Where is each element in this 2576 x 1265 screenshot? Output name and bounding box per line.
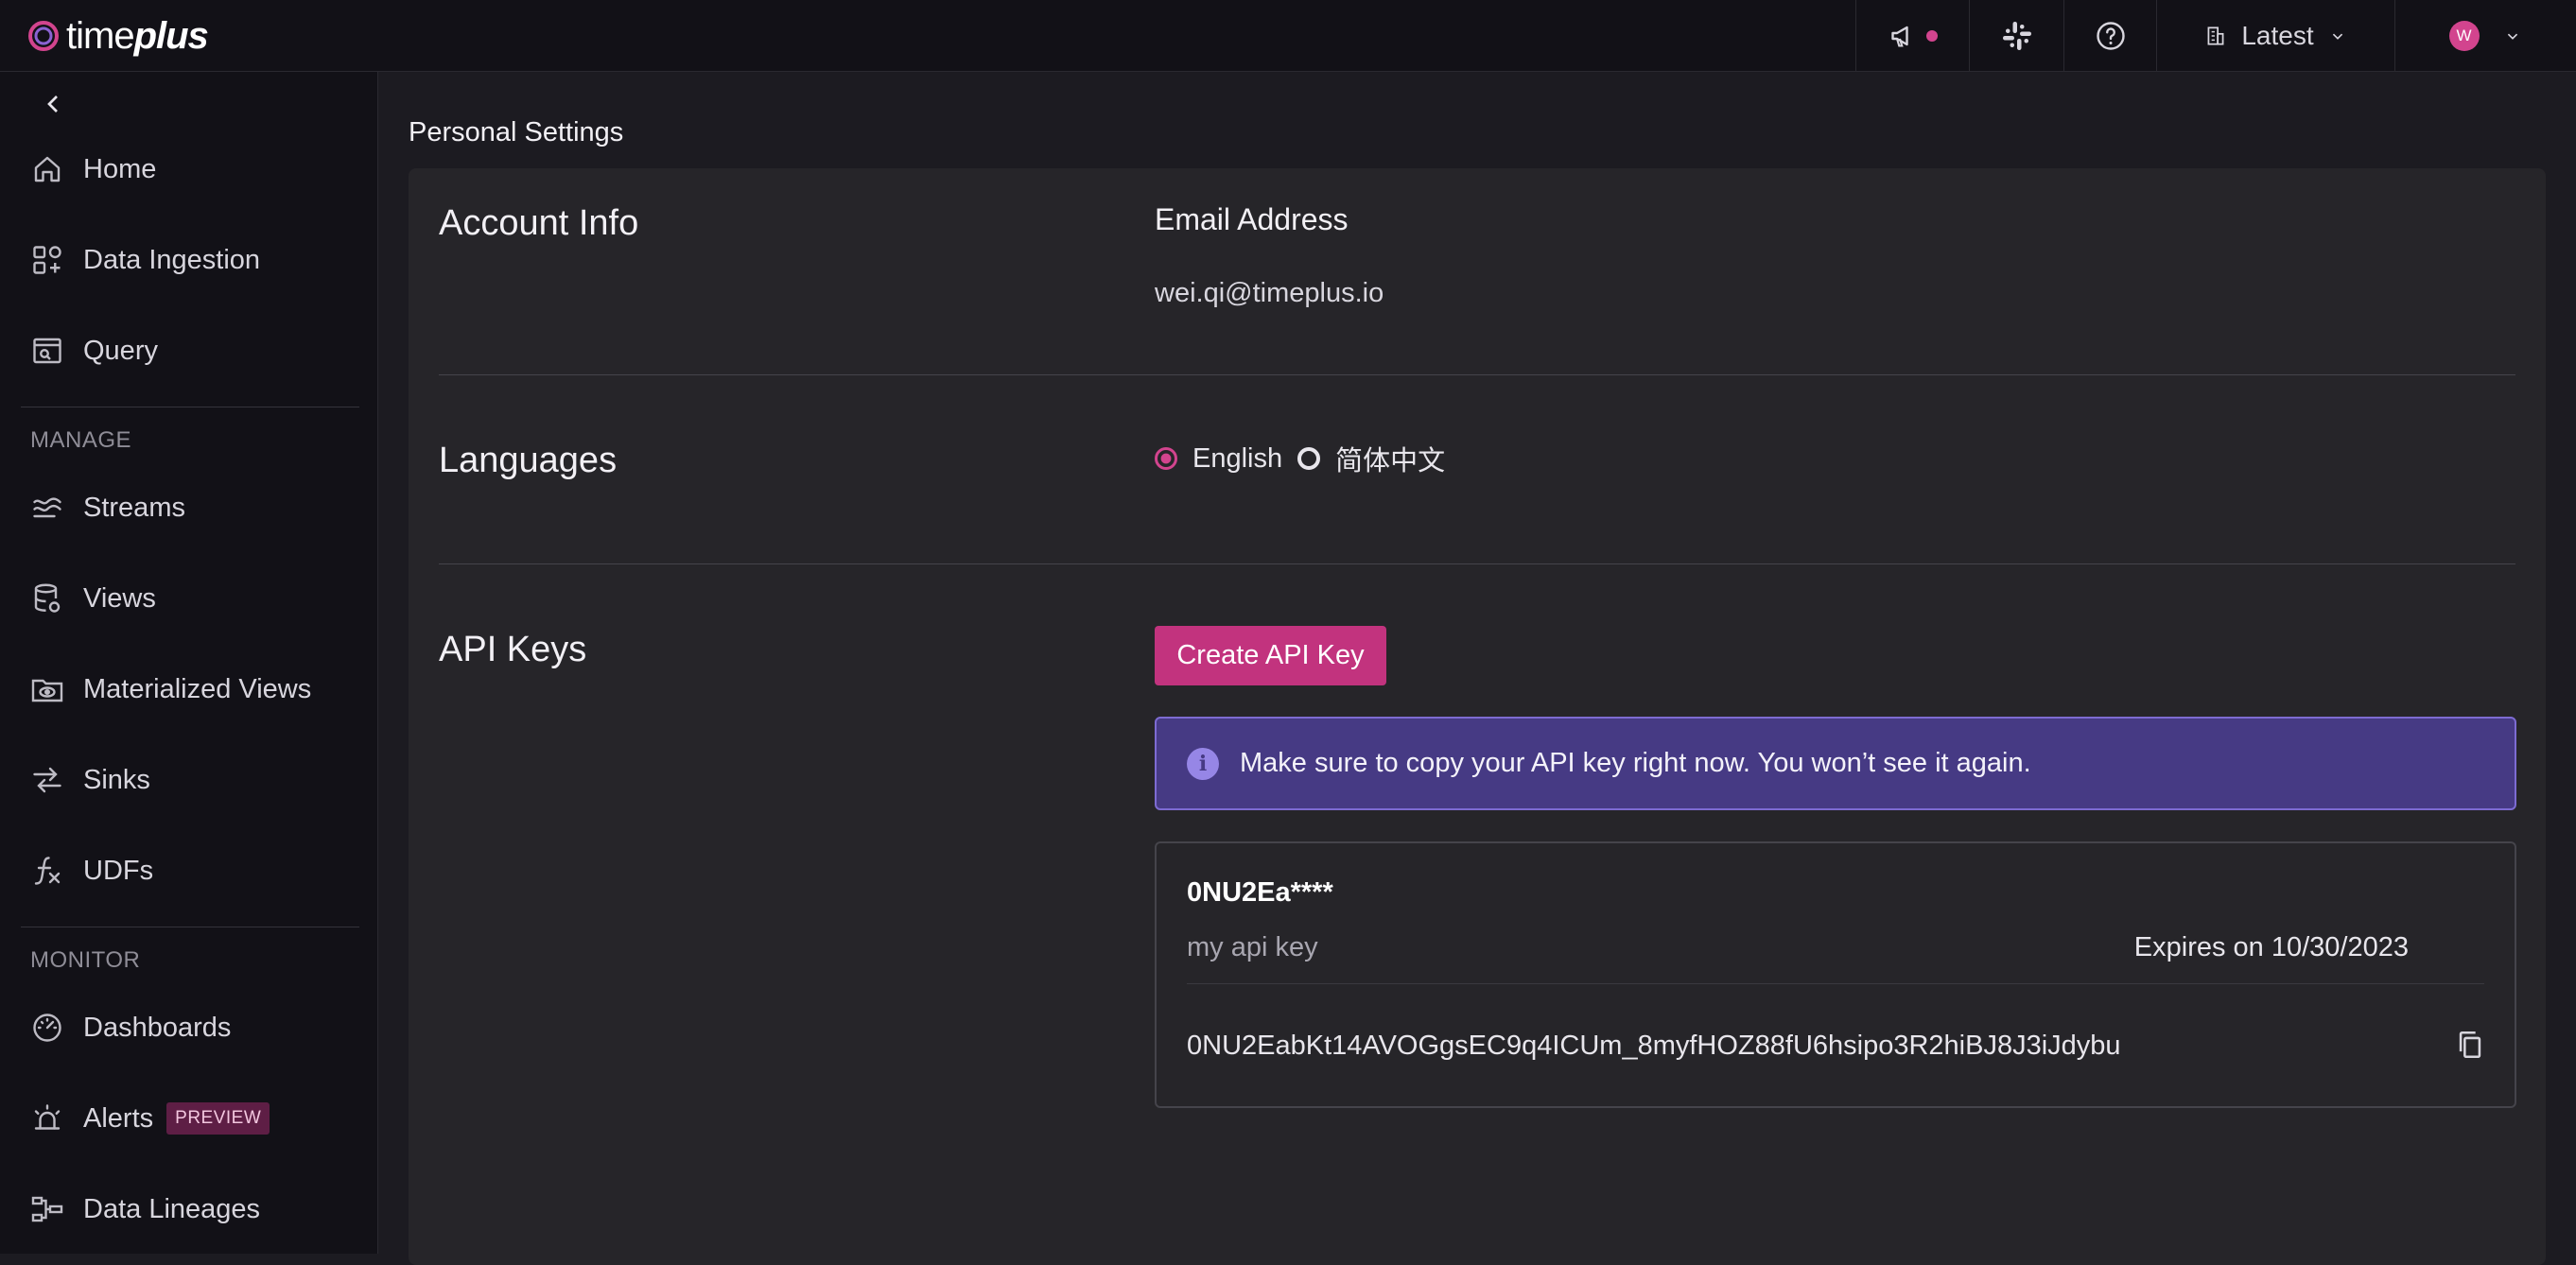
sidebar-item-label: Alerts — [83, 1102, 154, 1134]
help-button[interactable] — [2063, 0, 2156, 72]
chevron-down-icon — [2332, 33, 2342, 40]
api-key-card: 0NU2Ea**** my api key Expires on 10/30/2… — [1155, 841, 2516, 1108]
api-key-divider — [1187, 983, 2484, 984]
sidebar-item-label: Views — [83, 582, 156, 614]
language-radio-english[interactable] — [1155, 447, 1177, 470]
sidebar-item-views[interactable]: Views — [30, 574, 361, 623]
data-ingestion-icon — [33, 246, 61, 274]
email-label: Email Address — [1155, 202, 1349, 236]
section-divider — [439, 374, 2515, 375]
timeplus-logo[interactable]: timeplus — [26, 13, 209, 59]
sidebar-item-label: Materialized Views — [83, 673, 312, 704]
sidebar-item-sinks[interactable]: Sinks — [30, 755, 361, 805]
announcements-button[interactable] — [1855, 0, 1969, 72]
language-radio-chinese[interactable] — [1297, 447, 1321, 470]
api-keys-title: API Keys — [439, 630, 587, 669]
sidebar-section-monitor: MONITOR — [30, 947, 141, 973]
user-menu[interactable]: W — [2394, 0, 2576, 72]
sidebar-item-label: Dashboards — [83, 1012, 232, 1043]
database-icon — [34, 583, 61, 613]
page-title: Personal Settings — [409, 117, 624, 147]
sidebar-item-label: Data Lineages — [83, 1193, 261, 1224]
logo-text: timeplus — [66, 14, 209, 57]
logo-mark-icon — [28, 21, 59, 51]
dashboard-icon — [33, 1014, 61, 1042]
sidebar-item-label: Data Ingestion — [83, 244, 261, 275]
sidebar-item-home[interactable]: Home — [30, 145, 361, 194]
sidebar-item-materialized-views[interactable]: Materialized Views — [30, 665, 361, 714]
sidebar-item-query[interactable]: Query — [30, 326, 361, 375]
function-icon — [34, 857, 61, 885]
alert-siren-icon — [34, 1104, 61, 1130]
sidebar-item-label: UDFs — [83, 855, 154, 886]
sidebar-item-dashboards[interactable]: Dashboards — [30, 1003, 361, 1052]
api-key-value[interactable]: 0NU2EabKt14AVOGgsEC9q4ICUm_8myfHOZ88fU6h… — [1187, 1031, 2121, 1062]
sidebar-item-data-lineages[interactable]: Data Lineages — [30, 1185, 361, 1234]
megaphone-icon — [1890, 26, 1908, 47]
sidebar-item-label: Streams — [83, 492, 185, 523]
language-radio-group: English 简体中文 — [1155, 439, 1460, 478]
copy-icon[interactable] — [2454, 1029, 2486, 1061]
sidebar-item-label: Home — [83, 153, 157, 184]
notification-dot — [1925, 30, 1938, 42]
sidebar-item-label: Sinks — [83, 764, 150, 795]
collapse-sidebar-icon[interactable] — [38, 89, 68, 119]
lineage-icon — [31, 1196, 63, 1222]
email-value: wei.qi@timeplus.io — [1155, 278, 1384, 308]
streams-icon — [33, 497, 61, 518]
building-icon — [2207, 26, 2224, 45]
info-icon: i — [1187, 747, 1219, 780]
api-key-description: my api key — [1187, 932, 1318, 962]
section-divider — [439, 563, 2515, 564]
slack-icon — [2002, 22, 2031, 50]
api-key-info-banner: i Make sure to copy your API key right n… — [1155, 717, 2516, 810]
languages-title: Languages — [439, 441, 618, 480]
language-label-english[interactable]: English — [1192, 443, 1282, 475]
sidebar-item-data-ingestion[interactable]: Data Ingestion — [30, 235, 361, 285]
sidebar-item-streams[interactable]: Streams — [30, 483, 361, 532]
materialized-view-icon — [31, 679, 63, 702]
top-bar: timeplus Latest W — [0, 0, 2576, 72]
sidebar-item-label: Query — [83, 335, 158, 366]
preview-badge: PREVIEW — [166, 1102, 270, 1135]
sidebar: Home Data Ingestion Query MANAGE Streams — [0, 72, 378, 1254]
sidebar-section-manage: MANAGE — [30, 427, 132, 453]
api-key-name: 0NU2Ea**** — [1187, 877, 1333, 908]
sidebar-item-udfs[interactable]: UDFs — [30, 846, 361, 895]
sinks-icon — [33, 767, 61, 793]
workspace-label: Latest — [2241, 21, 2314, 50]
home-icon — [34, 156, 61, 182]
chevron-down-icon — [2507, 33, 2517, 40]
query-icon — [33, 338, 61, 364]
info-banner-text: Make sure to copy your API key right now… — [1240, 748, 2031, 778]
avatar: W — [2448, 21, 2480, 51]
api-key-expiry: Expires on 10/30/2023 — [2133, 932, 2409, 962]
create-api-key-button[interactable]: Create API Key — [1155, 626, 1386, 685]
language-label-chinese[interactable]: 简体中文 — [1335, 439, 1445, 478]
slack-button[interactable] — [1969, 0, 2063, 72]
sidebar-item-alerts[interactable]: Alerts PREVIEW — [30, 1094, 361, 1143]
account-info-title: Account Info — [439, 203, 639, 243]
workspace-selector[interactable]: Latest — [2156, 0, 2394, 72]
help-circle-icon — [2096, 22, 2125, 50]
